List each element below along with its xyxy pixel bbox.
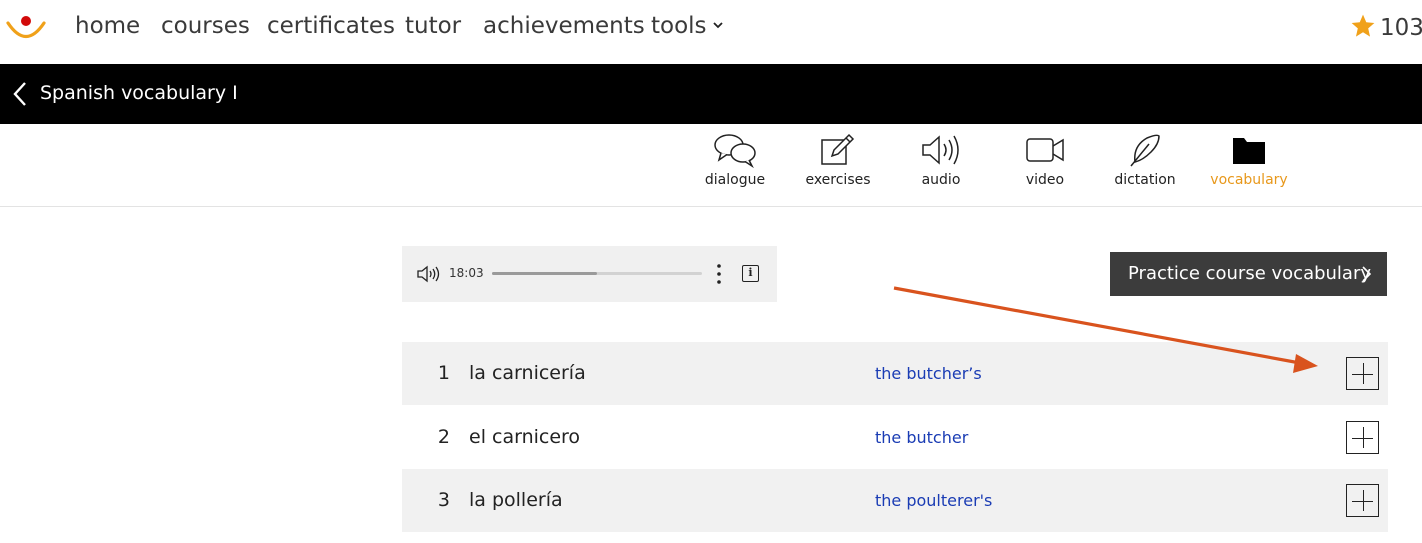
vocab-translation[interactable]: the butcher’s: [875, 364, 982, 383]
tab-dictation[interactable]: dictation: [1095, 132, 1195, 202]
tab-dialogue[interactable]: dialogue: [685, 132, 785, 202]
audio-progress-fill: [492, 272, 597, 275]
tab-vocabulary[interactable]: vocabulary: [1199, 132, 1299, 202]
pencil-edit-icon: [821, 133, 855, 165]
nav-tools[interactable]: tools: [651, 13, 723, 39]
vocab-number: 3: [437, 489, 450, 511]
chevron-right-icon: [1362, 266, 1371, 282]
tab-video[interactable]: video: [995, 132, 1095, 202]
add-word-button[interactable]: [1346, 421, 1379, 454]
course-title: Spanish vocabulary I: [40, 82, 238, 104]
chevron-down-icon: [712, 22, 723, 29]
vocab-row: 2 el carnicero the butcher: [402, 406, 1388, 469]
vocab-row: 3 la pollería the poulterer's: [402, 469, 1388, 532]
points-value: 1033: [1380, 15, 1422, 41]
volume-icon[interactable]: [416, 265, 442, 283]
nav-tools-label: tools: [651, 13, 707, 39]
points-counter[interactable]: 1033: [1350, 13, 1422, 41]
tab-vocabulary-label: vocabulary: [1210, 172, 1288, 188]
nav-home[interactable]: home: [75, 13, 140, 39]
practice-button-label: Practice course vocabulary: [1128, 263, 1372, 284]
smile-logo-icon[interactable]: [5, 10, 47, 42]
tab-video-label: video: [1025, 172, 1065, 188]
tool-tabs: dialogue exercises audio video dictation: [0, 124, 1422, 207]
vocab-row: 1 la carnicería the butcher’s: [402, 342, 1388, 405]
add-word-button[interactable]: [1346, 357, 1379, 390]
practice-vocabulary-button[interactable]: Practice course vocabulary: [1110, 252, 1387, 296]
quill-icon: [1130, 134, 1160, 167]
nav-achievements[interactable]: achievements: [483, 13, 645, 39]
audio-time: 18:03: [449, 266, 484, 280]
add-word-button[interactable]: [1346, 484, 1379, 517]
star-icon: [1351, 14, 1375, 37]
folder-icon: [1233, 138, 1265, 164]
vocab-translation[interactable]: the butcher: [875, 428, 968, 447]
audio-player: 18:03 i: [402, 246, 777, 302]
vocab-number: 1: [437, 362, 450, 384]
speaker-icon: [922, 135, 959, 165]
tab-dictation-label: dictation: [1114, 172, 1176, 188]
vocab-word: la carnicería: [469, 362, 586, 384]
top-navigation: home courses certificates tutor achievem…: [0, 0, 1422, 64]
vocab-word: la pollería: [469, 489, 563, 511]
course-title-bar: Spanish vocabulary I: [0, 64, 1422, 124]
audio-progress-slider[interactable]: [492, 272, 702, 275]
nav-tutor[interactable]: tutor: [405, 13, 461, 39]
vocab-number: 2: [437, 426, 450, 448]
vocab-translation[interactable]: the poulterer's: [875, 491, 992, 510]
info-icon[interactable]: i: [742, 265, 759, 282]
tab-exercises-label: exercises: [805, 172, 871, 188]
vocab-word: el carnicero: [469, 426, 581, 448]
tab-audio[interactable]: audio: [891, 132, 991, 202]
nav-courses[interactable]: courses: [161, 13, 250, 39]
more-options-icon[interactable]: [715, 263, 723, 285]
tab-dialogue-label: dialogue: [704, 172, 766, 188]
video-camera-icon: [1026, 138, 1064, 162]
speech-bubbles-icon: [714, 134, 756, 168]
nav-certificates[interactable]: certificates: [267, 13, 395, 39]
tab-audio-label: audio: [921, 172, 961, 188]
tab-exercises[interactable]: exercises: [788, 132, 888, 202]
back-arrow-icon[interactable]: [12, 81, 28, 107]
